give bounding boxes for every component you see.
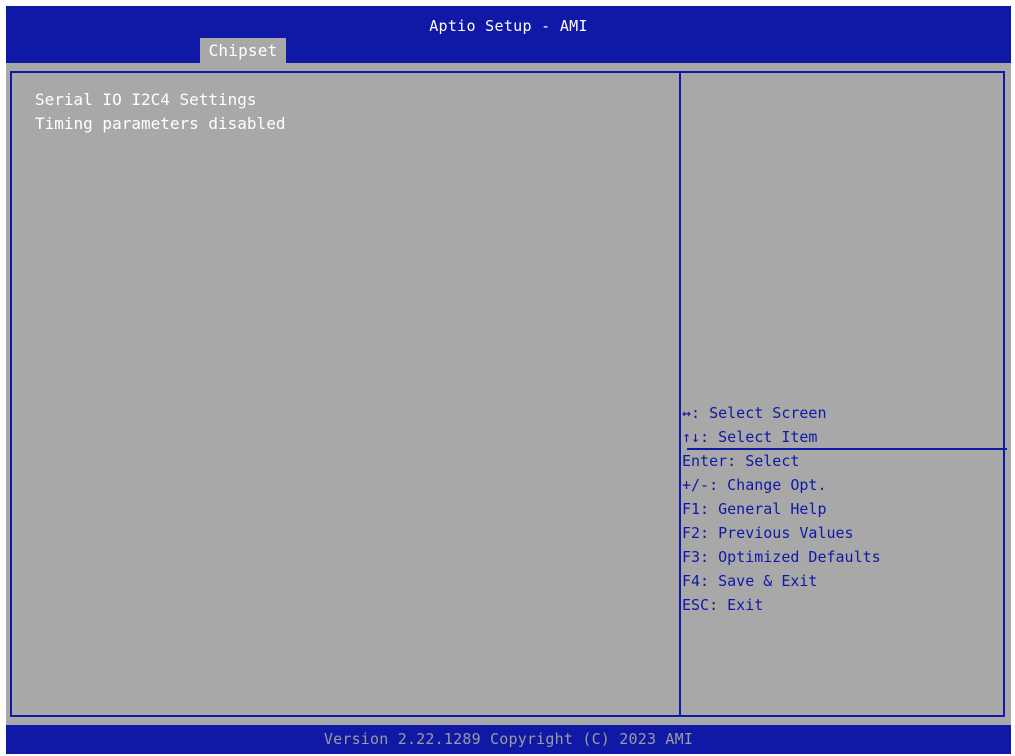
timing-parameters-status-text: Timing parameters disabled [35,114,286,133]
help-item-save-exit: F4: Save & Exit [682,572,818,590]
help-item-change-option: +/-: Change Opt. [682,476,827,494]
help-item-esc-exit: ESC: Exit [682,596,764,614]
main-panel: Serial IO I2C4 Settings Timing parameter… [10,71,1007,717]
bios-screen: Aptio Setup - AMI Chipset Serial IO I2C4… [6,6,1011,754]
help-item-optimized-defaults: F3: Optimized Defaults [682,548,881,566]
help-item-select-item: ↑↓: Select Item [682,428,818,446]
tab-chipset[interactable]: Chipset [200,38,286,63]
help-item-general-help: F1: General Help [682,500,827,518]
serial-io-i2c4-settings-text: Serial IO I2C4 Settings [35,90,257,109]
settings-text-panel: Serial IO I2C4 Settings Timing parameter… [35,88,285,136]
help-item-enter-select: Enter: Select [682,452,800,470]
header-bar: Aptio Setup - AMI Chipset [6,6,1011,63]
help-item-previous-values: F2: Previous Values [682,524,854,542]
footer-version-bar: Version 2.22.1289 Copyright (C) 2023 AMI [6,725,1011,754]
keyboard-help-list: ↔: Select Screen ↑↓: Select Item Enter: … [682,401,881,617]
panel-divider-vertical [679,73,681,715]
app-title: Aptio Setup - AMI [429,17,588,35]
help-item-select-screen: ↔: Select Screen [682,404,827,422]
